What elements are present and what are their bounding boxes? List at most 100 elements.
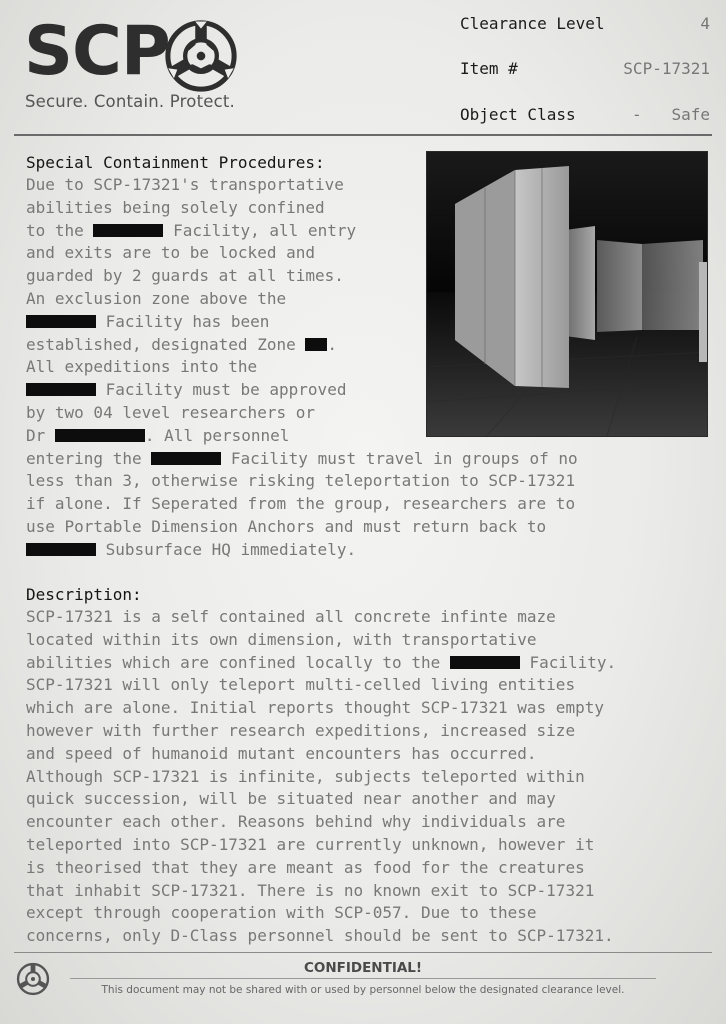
text-segment: use Portable Dimension Anchors and must … bbox=[26, 516, 547, 536]
text-segment: and exits are to be locked and bbox=[26, 243, 315, 263]
redaction-bar bbox=[54, 428, 145, 442]
confidential-label: CONFIDENTIAL! bbox=[303, 960, 423, 976]
tagline: Secure. Contain. Protect. bbox=[25, 92, 235, 111]
text-line: however with further research expedition… bbox=[26, 720, 616, 743]
text-segment: Facility must travel in groups of no bbox=[221, 448, 578, 468]
footer-divider bbox=[14, 952, 712, 953]
text-segment: Facility, all entry bbox=[163, 220, 357, 240]
text-line: which are alone. Initial reports thought… bbox=[26, 697, 616, 720]
text-segment: except through cooperation with SCP-057.… bbox=[26, 903, 537, 923]
text-segment: and speed of humanoid mutant encounters … bbox=[26, 743, 537, 763]
item-number-value: SCP-17321 bbox=[623, 59, 710, 78]
text-line: by two 04 level researchers or bbox=[26, 402, 578, 425]
text-segment: encounter each other. Reasons behind why… bbox=[26, 812, 566, 832]
text-line: Facility must be approved bbox=[26, 379, 578, 402]
text-line: to the Facility, all entry bbox=[26, 220, 578, 243]
text-segment: guarded by 2 guards at all times. bbox=[26, 266, 344, 286]
description-text: SCP-17321 is a self contained all concre… bbox=[26, 606, 616, 948]
text-line: SCP-17321 is a self contained all concre… bbox=[26, 606, 616, 629]
text-segment: established, designated Zone bbox=[26, 334, 306, 354]
text-segment: located within its own dimension, with t… bbox=[26, 629, 537, 649]
object-class-separator: - bbox=[632, 105, 642, 124]
object-class-value: Safe bbox=[671, 105, 710, 124]
text-segment: . All personnel bbox=[144, 425, 290, 445]
text-segment: abilities which are confined locally to … bbox=[26, 652, 450, 672]
text-segment: to the bbox=[26, 220, 94, 240]
text-line: SCP-17321 will only teleport multi-celle… bbox=[26, 674, 616, 697]
text-line: concerns, only D-Class personnel should … bbox=[26, 925, 616, 948]
text-segment: concerns, only D-Class personnel should … bbox=[26, 926, 614, 946]
text-line: established, designated Zone . bbox=[26, 334, 578, 357]
redaction-bar bbox=[449, 655, 520, 669]
text-segment: Facility. bbox=[519, 652, 617, 672]
redaction-bar bbox=[26, 383, 96, 397]
text-line: located within its own dimension, with t… bbox=[26, 629, 616, 652]
text-segment: abilities being solely confined bbox=[26, 197, 325, 217]
text-segment: is theorised that they are meant as food… bbox=[26, 857, 585, 877]
text-line: Facility has been bbox=[26, 311, 578, 334]
header-divider bbox=[14, 134, 712, 136]
procedures-heading: Special Containment Procedures: bbox=[26, 153, 325, 172]
text-segment: SCP-17321 is a self contained all concre… bbox=[26, 607, 556, 626]
footer-inner-divider bbox=[70, 978, 656, 979]
redaction-bar bbox=[26, 314, 96, 328]
text-segment: SCP-17321 will only teleport multi-celle… bbox=[26, 675, 576, 695]
clearance-level-label: Clearance Level bbox=[460, 14, 605, 33]
text-segment: An exclusion zone above the bbox=[26, 288, 287, 308]
text-line: Due to SCP-17321's transportative bbox=[26, 174, 578, 197]
scp-emblem-icon bbox=[165, 20, 237, 92]
text-line: teleported into SCP-17321 are currently … bbox=[26, 834, 616, 857]
redaction-bar bbox=[305, 337, 328, 351]
redaction-bar bbox=[26, 542, 96, 556]
text-line: less than 3, otherwise risking teleporta… bbox=[26, 470, 578, 493]
text-line: is theorised that they are meant as food… bbox=[26, 857, 616, 880]
text-segment: that inhabit SCP-17321. There is no know… bbox=[26, 880, 595, 900]
text-line: quick succession, will be situated near … bbox=[26, 788, 616, 811]
text-line: guarded by 2 guards at all times. bbox=[26, 265, 578, 288]
text-segment: quick succession, will be situated near … bbox=[26, 789, 556, 809]
text-line: Although SCP-17321 is infinite, subjects… bbox=[26, 766, 616, 789]
text-segment: teleported into SCP-17321 are currently … bbox=[26, 834, 595, 854]
text-segment: by two 04 level researchers or bbox=[26, 402, 315, 422]
item-number-label: Item # bbox=[460, 59, 518, 78]
text-line: abilities being solely confined bbox=[26, 197, 578, 220]
text-segment: Subsurface HQ immediately. bbox=[96, 539, 357, 559]
clearance-level-value: 4 bbox=[700, 14, 710, 33]
text-segment: Facility must be approved bbox=[96, 380, 347, 400]
text-segment: entering the bbox=[26, 448, 152, 468]
text-segment: . bbox=[327, 334, 337, 354]
text-line: if alone. If Seperated from the group, r… bbox=[26, 493, 578, 516]
text-line: Dr . All personnel bbox=[26, 425, 578, 448]
text-line: that inhabit SCP-17321. There is no know… bbox=[26, 880, 616, 903]
text-segment: Facility has been bbox=[96, 311, 270, 331]
text-line: An exclusion zone above the bbox=[26, 288, 578, 311]
clearance-level-row: Clearance Level 4 bbox=[460, 13, 712, 35]
footer-note: This document may not be shared with or … bbox=[101, 984, 625, 996]
text-line: and exits are to be locked and bbox=[26, 242, 578, 265]
document-page: SCP Secure. Contain. Protect. Clearance … bbox=[0, 0, 726, 1024]
object-class-label: Object Class bbox=[460, 105, 576, 124]
redaction-bar bbox=[93, 223, 164, 237]
redaction-bar bbox=[151, 451, 222, 465]
text-segment: if alone. If Seperated from the group, r… bbox=[26, 494, 576, 514]
text-line: entering the Facility must travel in gro… bbox=[26, 448, 578, 471]
procedures-text: Due to SCP-17321's transportative abiliti… bbox=[26, 174, 578, 562]
text-segment: All expeditions into the bbox=[26, 357, 258, 377]
object-class-row: Object Class - Safe bbox=[460, 104, 712, 126]
text-line: use Portable Dimension Anchors and must … bbox=[26, 516, 578, 539]
scp-logo-text: SCP bbox=[24, 12, 171, 91]
text-line: and speed of humanoid mutant encounters … bbox=[26, 743, 616, 766]
text-line: encounter each other. Reasons behind why… bbox=[26, 811, 616, 834]
text-line: abilities which are confined locally to … bbox=[26, 652, 616, 675]
text-segment: less than 3, otherwise risking teleporta… bbox=[26, 471, 576, 491]
text-line: All expeditions into the bbox=[26, 356, 578, 379]
text-line: Subsurface HQ immediately. bbox=[26, 539, 578, 562]
text-segment: however with further research expedition… bbox=[26, 720, 576, 740]
description-heading: Description: bbox=[26, 585, 142, 604]
text-segment: Due to SCP-17321's transportative bbox=[26, 175, 344, 194]
text-segment: which are alone. Initial reports thought… bbox=[26, 698, 604, 718]
text-segment: Dr bbox=[26, 425, 55, 445]
text-segment: Although SCP-17321 is infinite, subjects… bbox=[26, 766, 585, 786]
text-line: except through cooperation with SCP-057.… bbox=[26, 902, 616, 925]
item-number-row: Item # SCP-17321 bbox=[460, 58, 712, 80]
